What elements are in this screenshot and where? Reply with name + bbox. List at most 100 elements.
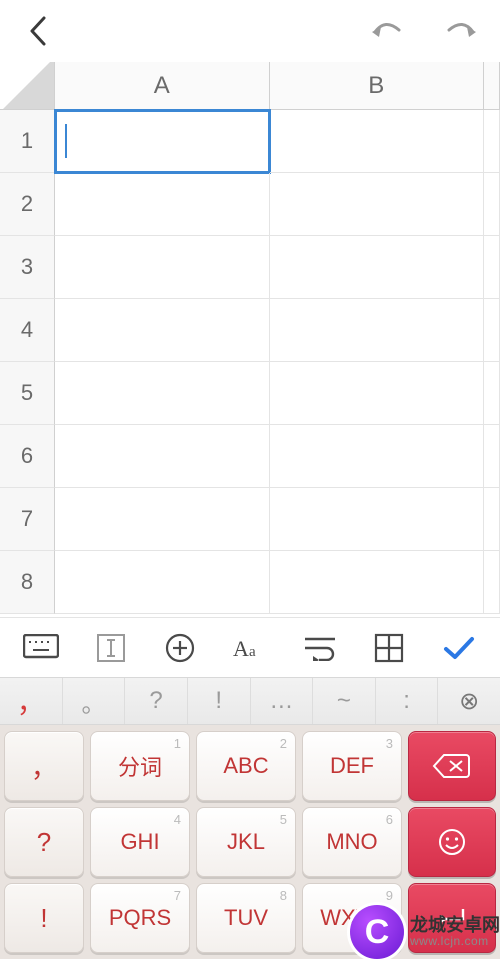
cell-stub bbox=[484, 236, 500, 299]
borders-button[interactable] bbox=[365, 624, 413, 672]
cell-stub bbox=[484, 173, 500, 236]
confirm-button[interactable] bbox=[435, 624, 483, 672]
key-label: GHI bbox=[120, 829, 159, 855]
enter-icon bbox=[435, 905, 469, 931]
cell-b4[interactable] bbox=[270, 299, 485, 362]
key-label: ， bbox=[31, 748, 57, 785]
punct-exclaim[interactable]: ! bbox=[188, 678, 251, 724]
punct-comma-cn[interactable]: ， bbox=[0, 678, 63, 724]
close-keyboard-button[interactable]: ⊗ bbox=[438, 678, 500, 724]
key-sup: 4 bbox=[174, 812, 181, 827]
cell-a4[interactable] bbox=[55, 299, 270, 362]
svg-text:a: a bbox=[249, 644, 256, 660]
svg-text:A: A bbox=[233, 636, 249, 661]
row-header-1[interactable]: 1 bbox=[0, 110, 55, 173]
column-header-stub bbox=[484, 62, 500, 110]
edit-toolbar: Aa bbox=[0, 617, 500, 677]
key-label: JKL bbox=[227, 829, 265, 855]
key-label: MNO bbox=[326, 829, 377, 855]
key-label: 分词 bbox=[118, 750, 162, 782]
row-header-4[interactable]: 4 bbox=[0, 299, 55, 362]
emoji-key[interactable] bbox=[408, 807, 496, 877]
key-5-jkl[interactable]: 5 JKL bbox=[196, 807, 296, 877]
cell-a6[interactable] bbox=[55, 425, 270, 488]
cell-stub bbox=[484, 299, 500, 362]
cell-b8[interactable] bbox=[270, 551, 485, 614]
cell-a5[interactable] bbox=[55, 362, 270, 425]
side-key-comma[interactable]: ， bbox=[4, 731, 84, 801]
cell-a3[interactable] bbox=[55, 236, 270, 299]
cell-stub bbox=[484, 488, 500, 551]
key-4-ghi[interactable]: 4 GHI bbox=[90, 807, 190, 877]
punct-tilde[interactable]: ~ bbox=[313, 678, 376, 724]
key-label: ? bbox=[37, 827, 51, 858]
punct-colon[interactable]: : bbox=[376, 678, 439, 724]
cell-b7[interactable] bbox=[270, 488, 485, 551]
cell-a8[interactable] bbox=[55, 551, 270, 614]
cell-b2[interactable] bbox=[270, 173, 485, 236]
cell-b3[interactable] bbox=[270, 236, 485, 299]
cell-a2[interactable] bbox=[55, 173, 270, 236]
backspace-icon bbox=[432, 752, 472, 780]
key-sup: 3 bbox=[386, 736, 393, 751]
cell-stub bbox=[484, 110, 500, 173]
key-sup: 6 bbox=[386, 812, 393, 827]
smile-icon bbox=[436, 826, 468, 858]
key-2-abc[interactable]: 2 ABC bbox=[196, 731, 296, 801]
keyboard-toggle-button[interactable] bbox=[17, 624, 65, 672]
cell-stub bbox=[484, 362, 500, 425]
row-header-2[interactable]: 2 bbox=[0, 173, 55, 236]
side-key-exclaim[interactable]: ! bbox=[4, 883, 84, 953]
back-button[interactable] bbox=[14, 7, 62, 55]
row-header-7[interactable]: 7 bbox=[0, 488, 55, 551]
key-sup: 2 bbox=[280, 736, 287, 751]
key-6-mno[interactable]: 6 MNO bbox=[302, 807, 402, 877]
key-label: WXYZ bbox=[320, 905, 384, 931]
side-key-question[interactable]: ? bbox=[4, 807, 84, 877]
wrap-text-button[interactable] bbox=[296, 624, 344, 672]
key-3-def[interactable]: 3 DEF bbox=[302, 731, 402, 801]
select-all-corner[interactable] bbox=[0, 62, 55, 110]
font-format-button[interactable]: Aa bbox=[226, 624, 274, 672]
key-label: ABC bbox=[223, 753, 268, 779]
column-header-a[interactable]: A bbox=[55, 62, 270, 110]
key-label: PQRS bbox=[109, 905, 171, 931]
cell-stub bbox=[484, 425, 500, 488]
backspace-key[interactable] bbox=[408, 731, 496, 801]
key-label: ! bbox=[40, 903, 47, 934]
key-label: TUV bbox=[224, 905, 268, 931]
cell-a7[interactable] bbox=[55, 488, 270, 551]
key-9-wxyz[interactable]: 9WXYZ bbox=[302, 883, 402, 953]
key-sup: 7 bbox=[174, 888, 181, 903]
key-sup: 8 bbox=[280, 888, 287, 903]
key-label: DEF bbox=[330, 753, 374, 779]
punct-question[interactable]: ? bbox=[125, 678, 188, 724]
text-cursor-mode-button[interactable] bbox=[87, 624, 135, 672]
key-sup: 5 bbox=[280, 812, 287, 827]
key-sup: 1 bbox=[174, 736, 181, 751]
row-header-6[interactable]: 6 bbox=[0, 425, 55, 488]
column-header-b[interactable]: B bbox=[270, 62, 485, 110]
undo-button[interactable] bbox=[362, 7, 410, 55]
key-1-fenci[interactable]: 1 分词 bbox=[90, 731, 190, 801]
cell-stub bbox=[484, 551, 500, 614]
redo-button[interactable] bbox=[438, 7, 486, 55]
key-8-tuv[interactable]: 8 TUV bbox=[196, 883, 296, 953]
key-sup: 9 bbox=[386, 888, 393, 903]
punct-period-cn[interactable]: 。 bbox=[63, 678, 126, 724]
row-header-8[interactable]: 8 bbox=[0, 551, 55, 614]
row-header-5[interactable]: 5 bbox=[0, 362, 55, 425]
cell-b1[interactable] bbox=[270, 110, 485, 173]
text-cursor bbox=[65, 124, 67, 158]
t9-keypad: ， 1 分词 2 ABC 3 DEF ? 4 GHI 5 JKL 6 MNO ! 7PQRS… bbox=[0, 725, 500, 959]
row-header-3[interactable]: 3 bbox=[0, 236, 55, 299]
cell-b5[interactable] bbox=[270, 362, 485, 425]
key-7-pqrs[interactable]: 7PQRS bbox=[90, 883, 190, 953]
spreadsheet[interactable]: A B 1 2 3 4 5 bbox=[0, 62, 500, 614]
insert-button[interactable] bbox=[156, 624, 204, 672]
cell-a1[interactable] bbox=[55, 110, 270, 173]
punct-ellipsis[interactable]: … bbox=[251, 678, 314, 724]
punctuation-bar: ， 。 ? ! … ~ : ⊗ bbox=[0, 677, 500, 725]
cell-b6[interactable] bbox=[270, 425, 485, 488]
enter-key[interactable] bbox=[408, 883, 496, 953]
